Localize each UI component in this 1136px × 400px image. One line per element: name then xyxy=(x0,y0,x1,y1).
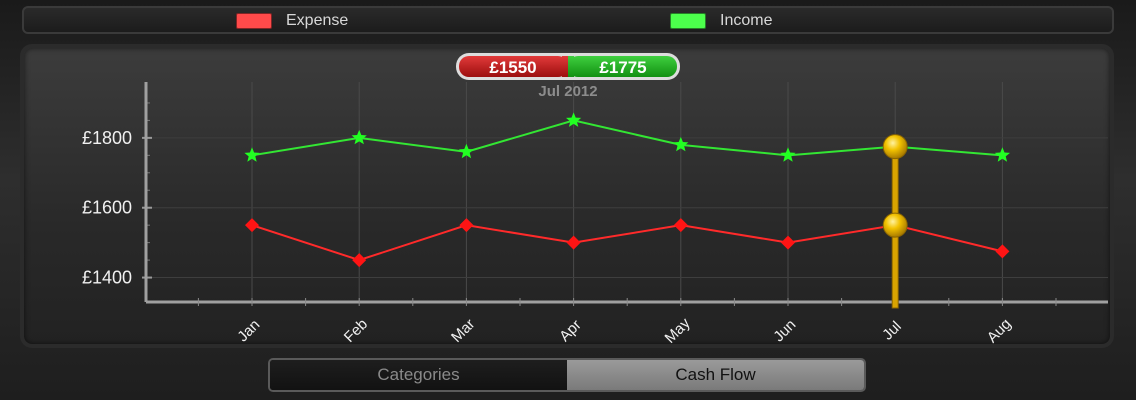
tab-categories[interactable]: Categories xyxy=(270,360,567,390)
selection-tooltip: £1550 £1775 Jul 2012 xyxy=(456,53,680,100)
y-tick-label: £1400 xyxy=(82,268,132,288)
x-tick-label: Feb xyxy=(341,316,371,346)
expense-point[interactable] xyxy=(566,235,581,250)
cash-flow-chart[interactable]: £1400£1600£1800Jan Feb Mar Apr May Jun Jul Aug … xyxy=(0,0,1136,400)
tooltip-income-value: £1775 xyxy=(599,58,646,77)
expense-point[interactable] xyxy=(352,253,367,268)
tooltip-date-label: Jul 2012 xyxy=(538,83,597,100)
x-tick-label: Jan xyxy=(234,316,263,345)
tooltip-income-pill-edge xyxy=(568,56,574,77)
expense-point[interactable] xyxy=(459,218,474,233)
tab-cash-flow[interactable]: Cash Flow xyxy=(567,360,864,390)
selection-ball-income[interactable] xyxy=(882,134,908,160)
expense-point[interactable] xyxy=(995,244,1010,259)
y-tick-label: £1600 xyxy=(82,198,132,218)
selection-ball-expense[interactable] xyxy=(882,212,908,238)
tooltip-expense-value: £1550 xyxy=(489,58,536,77)
y-tick-label: £1800 xyxy=(82,128,132,148)
x-tick-label: Jun xyxy=(770,316,799,345)
x-tick-label: Aug xyxy=(984,315,1015,346)
tooltip-expense-pill-edge xyxy=(562,56,568,77)
x-tick-label: Mar xyxy=(448,316,478,346)
expense-point[interactable] xyxy=(781,235,795,250)
expense-point[interactable] xyxy=(673,218,688,233)
view-segmented-control[interactable]: Categories Cash Flow xyxy=(268,358,866,392)
expense-point[interactable] xyxy=(245,218,259,233)
x-tick-label: May xyxy=(662,314,694,346)
x-tick-label: Apr xyxy=(556,317,585,346)
x-tick-label: Jul xyxy=(879,318,905,344)
